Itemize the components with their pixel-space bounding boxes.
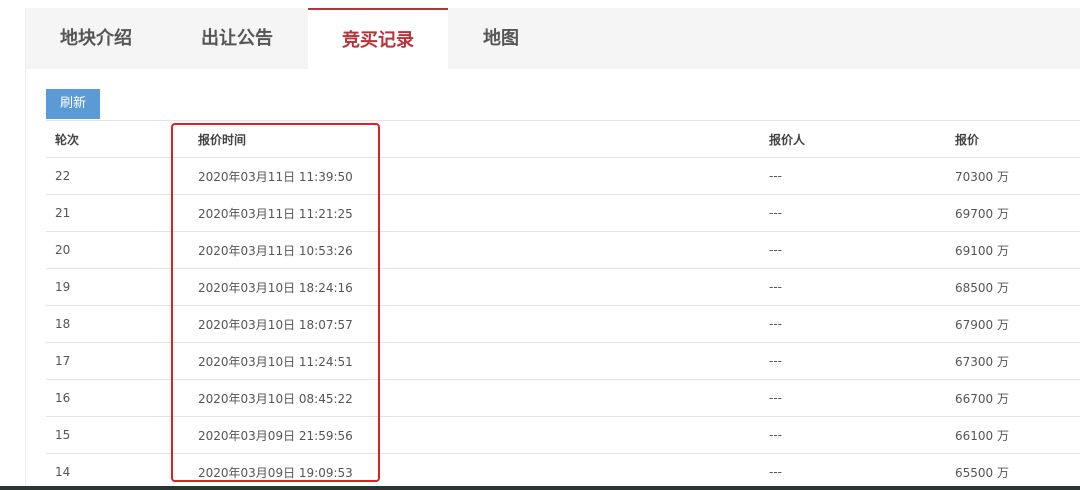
cell-bidder: ---	[769, 342, 955, 380]
cell-round: 21	[46, 194, 198, 232]
table-row: 14 2020年03月09日 19:09:53 --- 65500 万	[46, 453, 1080, 490]
cell-price: 65500 万	[955, 453, 1080, 490]
table-row: 22 2020年03月11日 11:39:50 --- 70300 万	[46, 157, 1080, 195]
cell-time: 2020年03月10日 11:24:51	[198, 342, 769, 380]
tab-bid-record[interactable]: 竞买记录	[308, 8, 448, 69]
bottom-bar	[0, 486, 1080, 490]
cell-round: 18	[46, 305, 198, 343]
cell-bidder: ---	[769, 416, 955, 454]
table-row: 15 2020年03月09日 21:59:56 --- 66100 万	[46, 416, 1080, 454]
tab-bar: 地块介绍 出让公告 竞买记录 地图	[26, 8, 1080, 69]
cell-bidder: ---	[769, 231, 955, 269]
cell-bidder: ---	[769, 268, 955, 306]
col-price: 报价	[955, 120, 1080, 158]
table-row: 19 2020年03月10日 18:24:16 --- 68500 万	[46, 268, 1080, 306]
table-row: 16 2020年03月10日 08:45:22 --- 66700 万	[46, 379, 1080, 417]
table-row: 20 2020年03月11日 10:53:26 --- 69100 万	[46, 231, 1080, 269]
cell-round: 15	[46, 416, 198, 454]
cell-price: 69700 万	[955, 194, 1080, 232]
table-row: 21 2020年03月11日 11:21:25 --- 69700 万	[46, 194, 1080, 232]
cell-time: 2020年03月09日 19:09:53	[198, 453, 769, 490]
cell-price: 69100 万	[955, 231, 1080, 269]
col-time: 报价时间	[198, 120, 769, 158]
table-header: 轮次 报价时间 报价人 报价	[46, 120, 1080, 158]
cell-time: 2020年03月10日 18:24:16	[198, 268, 769, 306]
cell-time: 2020年03月11日 11:21:25	[198, 194, 769, 232]
cell-price: 70300 万	[955, 157, 1080, 195]
table-row: 17 2020年03月10日 11:24:51 --- 67300 万	[46, 342, 1080, 380]
cell-round: 19	[46, 268, 198, 306]
cell-round: 17	[46, 342, 198, 380]
cell-price: 66100 万	[955, 416, 1080, 454]
cell-round: 14	[46, 453, 198, 490]
cell-round: 16	[46, 379, 198, 417]
cell-time: 2020年03月09日 21:59:56	[198, 416, 769, 454]
cell-time: 2020年03月10日 08:45:22	[198, 379, 769, 417]
cell-price: 67300 万	[955, 342, 1080, 380]
col-round: 轮次	[46, 120, 198, 158]
cell-time: 2020年03月11日 11:39:50	[198, 157, 769, 195]
cell-price: 66700 万	[955, 379, 1080, 417]
cell-bidder: ---	[769, 453, 955, 490]
cell-round: 22	[46, 157, 198, 195]
cell-time: 2020年03月11日 10:53:26	[198, 231, 769, 269]
tab-parcel-intro[interactable]: 地块介绍	[26, 8, 166, 69]
cell-bidder: ---	[769, 194, 955, 232]
table-row: 18 2020年03月10日 18:07:57 --- 67900 万	[46, 305, 1080, 343]
cell-bidder: ---	[769, 379, 955, 417]
cell-round: 20	[46, 231, 198, 269]
cell-price: 68500 万	[955, 268, 1080, 306]
bid-table: 轮次 报价时间 报价人 报价 22 2020年03月11日 11:39:50 ---…	[46, 120, 1080, 490]
refresh-button[interactable]: 刷新	[46, 89, 100, 119]
bid-record-panel: 地块介绍 出让公告 竞买记录 地图 刷新 轮次 报价时间 报价人 报价 22 20…	[25, 8, 1080, 490]
cell-time: 2020年03月10日 18:07:57	[198, 305, 769, 343]
cell-bidder: ---	[769, 305, 955, 343]
col-bidder: 报价人	[769, 120, 955, 158]
cell-bidder: ---	[769, 157, 955, 195]
tab-announcement[interactable]: 出让公告	[167, 8, 307, 69]
cell-price: 67900 万	[955, 305, 1080, 343]
tab-map[interactable]: 地图	[431, 8, 571, 69]
